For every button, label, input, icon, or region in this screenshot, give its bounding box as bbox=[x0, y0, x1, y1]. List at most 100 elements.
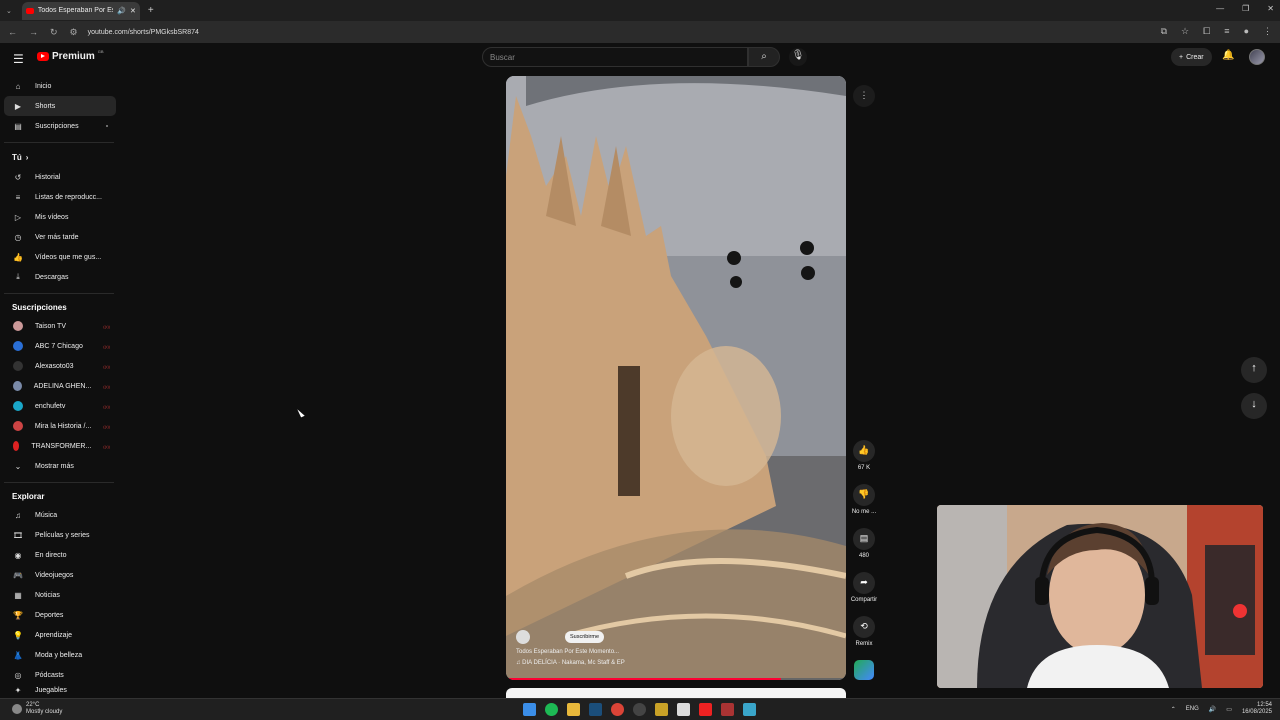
sidebar-item-juegables[interactable]: ✦ Juegables bbox=[4, 685, 116, 695]
network-icon[interactable]: ▭ bbox=[1226, 706, 1232, 713]
notifications-bell-icon[interactable]: 🔔 bbox=[1222, 50, 1234, 61]
forward-icon[interactable]: → bbox=[29, 27, 38, 38]
app-icon[interactable] bbox=[655, 703, 668, 716]
steam-icon[interactable] bbox=[589, 703, 602, 716]
media-control-icon[interactable]: ≡ bbox=[1224, 26, 1229, 37]
sidebar-item-en-directo[interactable]: ◉ En directo bbox=[4, 545, 116, 565]
live-indicator-icon: ((•)) bbox=[103, 403, 110, 409]
browser-menu-icon[interactable]: ⋮ bbox=[1263, 26, 1272, 37]
live-indicator-icon: ((•)) bbox=[103, 423, 110, 429]
channel-avatar[interactable] bbox=[516, 630, 530, 644]
sidebar-sub-mira-la-historia[interactable]: Mira la Historia /... ((•)) bbox=[4, 416, 116, 436]
sidebar-item-liked[interactable]: 👍 Vídeos que me gus... bbox=[4, 247, 116, 267]
comments-button[interactable]: ▤ 480 bbox=[846, 528, 882, 572]
open-in-app-icon[interactable]: ⧉ bbox=[1161, 26, 1167, 37]
new-tab-icon[interactable]: + bbox=[148, 5, 154, 16]
minimize-icon[interactable]: — bbox=[1216, 4, 1224, 13]
tray-chevron-icon[interactable]: ⌃ bbox=[1171, 706, 1176, 713]
clock[interactable]: 12:54 16/08/2025 bbox=[1242, 702, 1272, 716]
spotify-icon[interactable] bbox=[545, 703, 558, 716]
thumbs-up-icon: 👍 bbox=[853, 440, 875, 462]
sidebar-you-header[interactable]: Tú › bbox=[4, 147, 116, 167]
profile-icon[interactable]: ● bbox=[1244, 26, 1249, 37]
sidebar-item-inicio[interactable]: ⌂ Inicio bbox=[4, 76, 116, 96]
recording-app-icon[interactable] bbox=[721, 703, 734, 716]
file-explorer-icon[interactable] bbox=[567, 703, 580, 716]
obs-icon[interactable] bbox=[633, 703, 646, 716]
browser-tab[interactable]: Todos Esperaban Por Este M 🔊 ✕ bbox=[21, 1, 140, 20]
sidebar-item-peliculas[interactable]: 🎞 Películas y series bbox=[4, 525, 116, 545]
extensions-icon[interactable]: ⧠ bbox=[1203, 26, 1210, 37]
show-more-button[interactable]: ⌄ Mostrar más bbox=[4, 456, 116, 476]
url-field[interactable]: youtube.com/shorts/PMGksbSR874 bbox=[88, 29, 199, 36]
sidebar-sub-alexasoto[interactable]: Alexasoto03 ((•)) bbox=[4, 356, 116, 376]
sidebar-item-historial[interactable]: ↺ Historial bbox=[4, 167, 116, 187]
short-title[interactable]: Todos Esperaban Por Este Momento... bbox=[516, 649, 625, 655]
back-icon[interactable]: ← bbox=[8, 27, 17, 38]
sidebar-item-label: Listas de reproducc... bbox=[35, 193, 102, 201]
user-avatar[interactable] bbox=[1249, 49, 1265, 65]
desktop-app-icon[interactable] bbox=[743, 703, 756, 716]
next-short-preview[interactable] bbox=[506, 688, 846, 698]
sidebar-item-shorts[interactable]: ▶ Shorts bbox=[4, 96, 116, 116]
remix-button[interactable]: ⟲ Remix bbox=[846, 616, 882, 660]
site-info-icon[interactable]: ⚙ bbox=[70, 27, 78, 38]
sidebar-sub-abc7[interactable]: ABC 7 Chicago ((•)) bbox=[4, 336, 116, 356]
video-progress-bar[interactable] bbox=[506, 678, 846, 680]
sidebar-sub-transformer[interactable]: TRANSFORMER... ((•)) bbox=[4, 436, 116, 456]
subscribe-button[interactable]: Suscribirme bbox=[565, 631, 605, 643]
sidebar-item-listas[interactable]: ≡ Listas de reproducc... bbox=[4, 187, 116, 207]
maximize-icon[interactable]: ❐ bbox=[1242, 4, 1249, 13]
share-button[interactable]: ➦ Compartir bbox=[846, 572, 882, 616]
next-short-button[interactable]: ↓ bbox=[1241, 393, 1267, 419]
sidebar-item-label: Deportes bbox=[35, 611, 64, 619]
short-sound-link[interactable]: ♫ DIA DELÍCIA · Nakama, Mc Staff & EP bbox=[516, 660, 625, 666]
sidebar-item-mis-videos[interactable]: ▷ Mis vídeos bbox=[4, 207, 116, 227]
short-video-player[interactable]: Suscribirme Todos Esperaban Por Este Mom… bbox=[506, 76, 846, 680]
channel-avatar bbox=[13, 361, 23, 371]
weather-widget[interactable]: 22°C Mostly cloudy bbox=[12, 702, 62, 716]
sidebar-item-suscripciones[interactable]: ▤ Suscripciones bbox=[4, 116, 116, 136]
sidebar-item-podcasts[interactable]: ◎ Pódcasts bbox=[4, 665, 116, 685]
search-button[interactable]: ⌕ bbox=[748, 47, 780, 67]
show-more-label: Mostrar más bbox=[35, 462, 74, 470]
bookmark-star-icon[interactable]: ☆ bbox=[1181, 26, 1189, 37]
camera-app-icon[interactable] bbox=[677, 703, 690, 716]
sidebar-sub-enchufetv[interactable]: enchufetv ((•)) bbox=[4, 396, 116, 416]
create-button[interactable]: + Crear bbox=[1171, 48, 1212, 66]
sidebar-item-noticias[interactable]: ▦ Noticias bbox=[4, 585, 116, 605]
sidebar-item-videojuegos[interactable]: 🎮 Videojuegos bbox=[4, 565, 116, 585]
more-options-button[interactable]: ⋮ bbox=[853, 85, 875, 107]
tab-search-icon[interactable]: ⌄ bbox=[6, 7, 12, 15]
chrome-icon[interactable] bbox=[611, 703, 624, 716]
hamburger-menu-icon[interactable]: ☰ bbox=[13, 52, 24, 66]
reload-icon[interactable]: ↻ bbox=[50, 27, 58, 38]
sidebar-sub-taison[interactable]: Taison TV ((•)) bbox=[4, 316, 116, 336]
thumbs-down-icon: 👎 bbox=[853, 484, 875, 506]
dislike-button[interactable]: 👎 No me ... bbox=[846, 484, 882, 528]
logo-text: Premium bbox=[52, 51, 95, 62]
previous-short-button[interactable]: ↑ bbox=[1241, 357, 1267, 383]
sidebar-item-deportes[interactable]: 🏆 Deportes bbox=[4, 605, 116, 625]
sidebar-item-descargas[interactable]: ⤓ Descargas bbox=[4, 267, 116, 287]
windows-start-icon[interactable] bbox=[523, 703, 536, 716]
sidebar-item-musica[interactable]: ♫ Música bbox=[4, 505, 116, 525]
sidebar-item-ver-mas-tarde[interactable]: ◷ Ver más tarde bbox=[4, 227, 116, 247]
language-indicator[interactable]: ENG bbox=[1186, 706, 1199, 712]
address-bar: ← → ↻ ⚙ youtube.com/shorts/PMGksbSR874 ⧉… bbox=[0, 21, 1280, 43]
browser-tab-strip: ⌄ Todos Esperaban Por Este M 🔊 ✕ + — ❐ ✕ bbox=[0, 0, 1280, 21]
tab-close-icon[interactable]: ✕ bbox=[130, 7, 136, 15]
voice-search-button[interactable]: 🎙 bbox=[789, 48, 807, 66]
like-button[interactable]: 👍 67 K bbox=[846, 440, 882, 484]
youtube-app-icon[interactable] bbox=[699, 703, 712, 716]
youtube-premium-logo[interactable]: Premium GB bbox=[37, 49, 104, 62]
arrow-up-icon: ↑ bbox=[1251, 362, 1257, 374]
sidebar-sub-adelina[interactable]: ADELINA GHEN... ((•)) bbox=[4, 376, 116, 396]
sound-thumbnail[interactable] bbox=[854, 660, 874, 680]
sidebar-item-aprendizaje[interactable]: 💡 Aprendizaje bbox=[4, 625, 116, 645]
search-input[interactable]: Buscar bbox=[482, 47, 748, 67]
audio-icon[interactable]: 🔊 bbox=[117, 7, 126, 15]
sidebar-item-moda[interactable]: 👗 Moda y belleza bbox=[4, 645, 116, 665]
volume-icon[interactable]: 🔊 bbox=[1209, 706, 1216, 713]
close-window-icon[interactable]: ✕ bbox=[1267, 4, 1274, 13]
